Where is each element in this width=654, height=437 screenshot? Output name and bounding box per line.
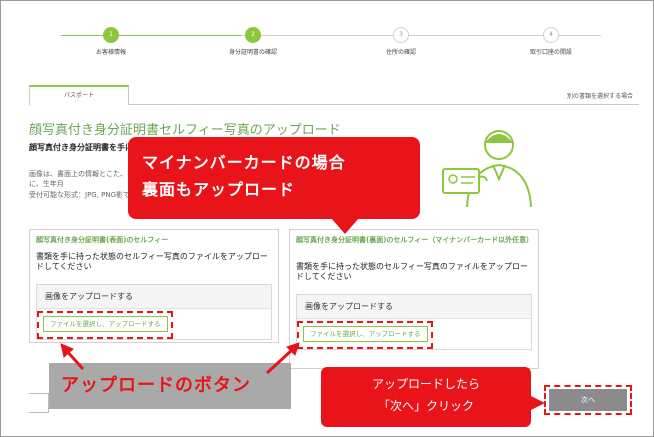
step-3-label: 住所の確認 <box>385 49 416 56</box>
tab-passport[interactable]: パスポート <box>29 85 129 105</box>
selfie-illustration-icon <box>442 130 532 207</box>
step-1: 1 お客様情報 <box>51 27 171 56</box>
back-button-edge[interactable] <box>29 393 49 413</box>
progress-stepper: 1 お客様情報 2 身分証明書の確認 3 住所の確認 4 取引口座の開設 <box>61 27 601 61</box>
front-card-title: 顔写真付き身分証明書(表面)のセルフィー <box>36 236 169 244</box>
step-3: 3 住所の確認 <box>341 27 461 56</box>
step-2-dot: 2 <box>245 27 261 43</box>
mynumber-callout-line1: マイナンバーカードの場合 <box>142 153 346 172</box>
front-card-text: 書類を手に持った状態のセルフィー写真のファイルをアップロードしてください <box>36 252 268 271</box>
step-4: 4 取引口座の開設 <box>491 27 611 56</box>
front-button-highlight <box>37 311 173 339</box>
next-callout-line1: アップロードしたら <box>371 377 480 391</box>
next-button[interactable]: 次へ <box>549 389 627 411</box>
back-button-highlight <box>297 321 433 349</box>
step-4-label: 取引口座の開設 <box>529 49 572 56</box>
mynumber-callout-line2: 裏面もアップロード <box>142 180 296 199</box>
mynumber-callout-tail <box>331 218 359 234</box>
step-4-dot: 4 <box>543 27 559 43</box>
browser-frame: 1 お客様情報 2 身分証明書の確認 3 住所の確認 4 取引口座の開設 パスポ… <box>0 0 654 437</box>
step-2: 2 身分証明書の確認 <box>193 27 313 56</box>
back-upload-heading: 画像をアップロードする <box>297 295 531 319</box>
mynumber-callout: マイナンバーカードの場合 裏面もアップロード <box>128 137 420 219</box>
back-card-title: 顔写真付き身分証明書(裏面)のセルフィー（マイナンバーカード以外任意） <box>296 236 534 244</box>
next-callout-tail <box>529 395 545 411</box>
tab-divider <box>129 104 639 105</box>
page-title: 顔写真付き身分証明書セルフィー写真のアップロード <box>29 123 341 138</box>
step-3-dot: 3 <box>393 27 409 43</box>
back-card-text: 書類を手に持った状態のセルフィー写真のファイルをアップロードしてください <box>296 262 528 281</box>
upload-button-label: アップロードのボタン <box>49 363 291 409</box>
step-1-dot: 1 <box>103 27 119 43</box>
other-document-link[interactable]: 別の書類を選択する場合 <box>567 91 633 100</box>
step-1-label: お客様情報 <box>95 49 126 56</box>
next-callout-line2: 「次へ」クリック <box>377 399 474 413</box>
next-callout: アップロードしたら 「次へ」クリック <box>321 367 531 427</box>
step-2-label: 身分証明書の確認 <box>228 49 277 56</box>
front-upload-heading: 画像をアップロードする <box>37 285 271 309</box>
arrow-head-front <box>60 343 74 358</box>
